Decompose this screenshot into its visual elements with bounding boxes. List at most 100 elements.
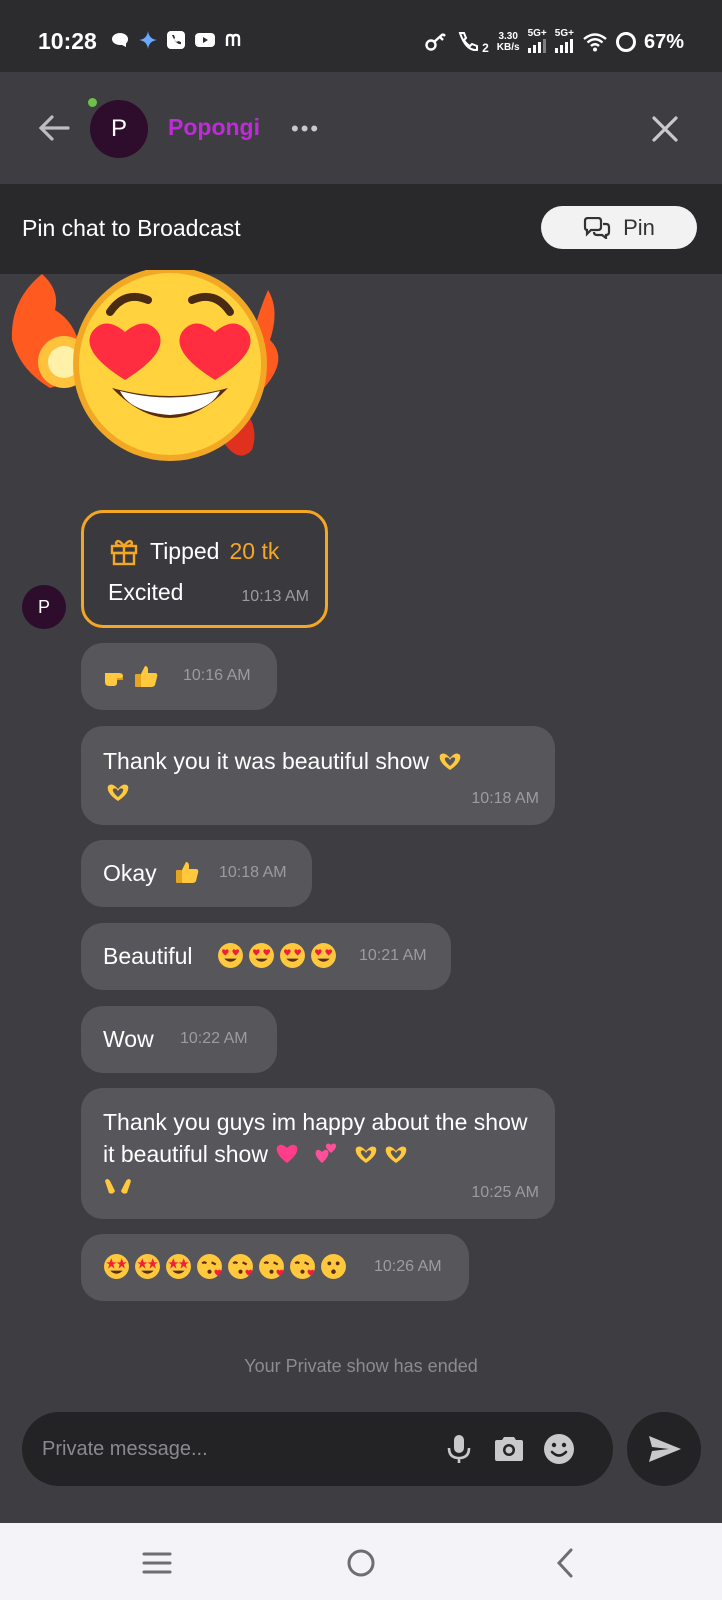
star-struck-emoji-icon <box>104 1254 129 1279</box>
microphone-icon[interactable] <box>442 1432 476 1466</box>
wifi-calling-icon <box>458 32 479 52</box>
phone-app-icon <box>167 31 185 49</box>
message-bubble[interactable]: Thank you it was beautiful show 10:18 AM <box>81 726 555 825</box>
kissing-heart-emoji-icon <box>197 1254 222 1279</box>
message-bubble[interactable]: Okay 10:18 AM <box>81 840 312 907</box>
status-right: 2 3.30 KB/s 5G+ 5G+ 67% <box>424 28 684 56</box>
sim1-label: 5G+ <box>527 28 547 39</box>
star-struck-emoji-icon <box>166 1254 191 1279</box>
tip-time: 10:13 AM <box>241 588 309 605</box>
notification-icons <box>110 30 246 50</box>
kissing-heart-emoji-icon <box>259 1254 284 1279</box>
point-right-emoji-icon <box>105 673 123 686</box>
heart-hands-emoji-icon <box>107 784 129 801</box>
gemini-icon <box>139 31 157 49</box>
gift-icon <box>110 539 138 566</box>
message-bubble[interactable]: 10:26 AM <box>81 1234 469 1301</box>
message-bubble[interactable]: Beautiful 10:21 AM <box>81 923 451 990</box>
sim2-label: 5G+ <box>554 28 574 39</box>
message-text-content: Thank you it was beautiful show <box>103 748 430 774</box>
send-icon <box>649 1436 681 1462</box>
pin-banner-text: Pin chat to Broadcast <box>22 215 241 241</box>
contact-name[interactable]: Popongi <box>168 114 260 141</box>
heart-hands-emoji-icon <box>440 753 461 770</box>
star-struck-emoji-icon <box>135 1254 160 1279</box>
sender-avatar[interactable]: P <box>22 585 66 629</box>
message-time: 10:18 AM <box>219 864 287 881</box>
recent-apps-icon[interactable] <box>137 1543 177 1583</box>
kissing-emoji-icon <box>321 1254 346 1279</box>
signal-bars-icon <box>555 39 574 53</box>
message-bubble[interactable]: 10:16 AM <box>81 643 277 710</box>
online-indicator <box>88 98 97 107</box>
tip-amount: 20 tk <box>229 537 280 564</box>
tip-label: Tipped <box>150 537 220 564</box>
message-time: 10:25 AM <box>471 1184 539 1201</box>
m-icon <box>225 33 241 46</box>
back-icon[interactable] <box>546 1543 586 1583</box>
message-emoji-row <box>103 1253 347 1280</box>
chat-bubbles-icon <box>583 216 611 239</box>
thumbs-up-emoji-icon <box>176 862 199 883</box>
heart-eyes-emoji-icon <box>218 943 243 968</box>
data-speed-unit: KB/s <box>496 42 520 53</box>
message-bubble[interactable]: Thank you guys im happy about the show i… <box>81 1088 555 1219</box>
growing-heart-emoji-icon <box>277 1144 298 1163</box>
system-navigation-bar <box>0 1523 722 1600</box>
signal-bars-icon <box>528 39 547 53</box>
chat-bubble-icon <box>112 33 128 47</box>
message-bubble[interactable]: Wow 10:22 AM <box>81 1006 277 1073</box>
wifi-icon <box>583 33 607 52</box>
kissing-heart-emoji-icon <box>290 1254 315 1279</box>
pin-button[interactable]: Pin <box>541 206 697 249</box>
message-time: 10:26 AM <box>374 1258 442 1275</box>
sim2-signal: 5G+ <box>555 28 574 56</box>
heart-eyes-emoji-icon <box>311 943 336 968</box>
message-time: 10:18 AM <box>471 790 539 807</box>
data-speed: 3.30 KB/s <box>497 31 520 53</box>
chat-header: P Popongi ••• <box>0 72 722 185</box>
thumbs-up-emoji-icon <box>135 666 158 687</box>
camera-icon[interactable] <box>492 1432 526 1466</box>
emoji-icon[interactable] <box>542 1432 576 1466</box>
youtube-icon <box>195 33 215 47</box>
call-sim-number: 2 <box>482 40 489 55</box>
tip-message[interactable]: Tipped 20 tk Excited 10:13 AM <box>81 510 328 628</box>
data-speed-value: 3.30 <box>498 31 518 42</box>
home-icon[interactable] <box>341 1543 381 1583</box>
kissing-heart-emoji-icon <box>228 1254 253 1279</box>
two-hearts-emoji-icon <box>315 1143 336 1163</box>
message-text: Beautiful <box>103 943 193 969</box>
message-emoji-row <box>217 942 337 969</box>
close-icon[interactable] <box>648 112 682 146</box>
message-input[interactable] <box>42 1434 422 1464</box>
tip-header: Tipped 20 tk <box>108 535 279 567</box>
avatar[interactable]: P <box>90 100 148 158</box>
message-text: Okay <box>103 860 157 886</box>
sim1-signal: 5G+ <box>528 28 547 56</box>
heart-hands-emoji-icon <box>385 1146 407 1163</box>
pin-banner: Pin chat to Broadcast Pin <box>0 185 722 274</box>
heart-eyes-emoji-icon <box>280 943 305 968</box>
back-arrow-icon[interactable] <box>34 108 74 148</box>
more-options-button[interactable]: ••• <box>291 116 320 142</box>
message-emoji-row <box>103 663 159 689</box>
message-time: 10:16 AM <box>183 667 251 684</box>
heart-eyes-emoji-icon <box>249 943 274 968</box>
send-button[interactable] <box>627 1412 701 1486</box>
message-time: 10:22 AM <box>180 1030 248 1047</box>
message-composer <box>22 1412 613 1486</box>
heart-eyes-fire-sticker <box>11 270 279 461</box>
heart-hands-emoji-icon <box>355 1146 377 1163</box>
open-hands-emoji-icon <box>105 1179 131 1194</box>
battery-ring-icon <box>615 32 636 52</box>
tip-note: Excited <box>108 579 184 605</box>
message-time: 10:21 AM <box>359 947 427 964</box>
message-text: Thank you it was beautiful show <box>103 746 533 808</box>
pin-button-label: Pin <box>623 214 655 240</box>
message-text: Wow <box>103 1026 154 1052</box>
status-time: 10:28 <box>38 28 97 54</box>
battery-percent: 67% <box>643 30 684 53</box>
system-message: Your Private show has ended <box>244 1356 478 1376</box>
status-bar: 10:28 2 3.30 KB/s 5G+ 5G+ 67% <box>0 0 722 72</box>
